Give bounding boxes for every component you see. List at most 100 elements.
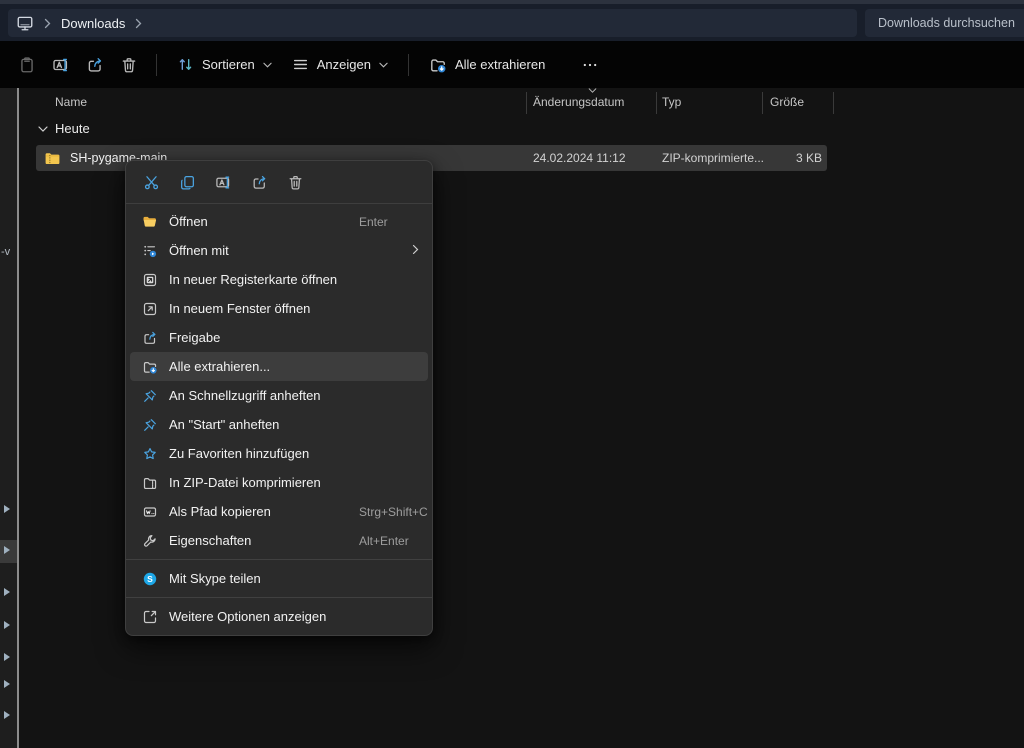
wrench-icon (141, 533, 159, 549)
column-header-type[interactable]: Typ (662, 95, 681, 109)
see-more-button[interactable] (573, 48, 607, 82)
menu-item-properties[interactable]: Eigenschaften Alt+Enter (126, 526, 432, 555)
context-menu-list: Öffnen Enter Öffnen mit (126, 204, 432, 631)
chevron-right-icon (44, 18, 51, 29)
context-menu: Öffnen Enter Öffnen mit (125, 160, 433, 636)
sort-icon (177, 56, 194, 73)
menu-item-compress-zip[interactable]: In ZIP-Datei komprimieren (126, 468, 432, 497)
column-header-size[interactable]: Größe (770, 95, 804, 109)
share-icon (86, 56, 104, 74)
rename-button[interactable] (44, 48, 78, 82)
view-button[interactable]: Anzeigen (282, 48, 398, 82)
column-divider[interactable] (526, 92, 527, 114)
column-divider[interactable] (762, 92, 763, 114)
sort-direction-icon (588, 88, 597, 93)
command-toolbar: Sortieren Anzeigen (0, 41, 1024, 88)
delete-button[interactable] (280, 167, 310, 197)
menu-item-label: Weitere Optionen anzeigen (169, 609, 326, 624)
submenu-chevron-icon (412, 244, 419, 255)
column-header-row: Name Änderungsdatum Typ Größe (22, 92, 1024, 114)
rename-button[interactable] (208, 167, 238, 197)
toolbar-divider (156, 54, 157, 76)
menu-item-shortcut: Strg+Shift+C (359, 505, 428, 519)
column-header-modified[interactable]: Änderungsdatum (533, 95, 624, 109)
copy-as-path-icon (141, 504, 159, 520)
sort-label: Sortieren (202, 57, 255, 72)
menu-item-pin-start[interactable]: An "Start" anheften (126, 410, 432, 439)
chevron-right-icon[interactable] (135, 18, 142, 29)
search-input[interactable] (865, 16, 1024, 30)
view-label: Anzeigen (317, 57, 371, 72)
chevron-down-icon (263, 62, 272, 68)
cut-icon (143, 174, 160, 191)
tree-expand-icon[interactable] (4, 711, 10, 719)
sort-button[interactable]: Sortieren (167, 48, 282, 82)
menu-item-label: An "Start" anheften (169, 417, 279, 432)
extract-all-label: Alle extrahieren (455, 57, 545, 72)
menu-item-extract-all[interactable]: Alle extrahieren... (130, 352, 428, 381)
tree-expand-icon[interactable] (4, 621, 10, 629)
ellipsis-icon (581, 56, 599, 74)
menu-item-share[interactable]: Freigabe (126, 323, 432, 352)
copy-button[interactable] (172, 167, 202, 197)
menu-item-add-favorites[interactable]: Zu Favoriten hinzufügen (126, 439, 432, 468)
tree-expand-icon[interactable] (4, 588, 10, 596)
open-in-new-window-icon (141, 301, 159, 317)
paste-button[interactable] (10, 48, 44, 82)
menu-item-show-more-options[interactable]: Weitere Optionen anzeigen (126, 602, 432, 631)
menu-item-pin-quick-access[interactable]: An Schnellzugriff anheften (126, 381, 432, 410)
rename-icon (52, 56, 70, 74)
star-icon (141, 446, 159, 462)
cut-button[interactable] (136, 167, 166, 197)
this-pc-icon[interactable] (16, 14, 34, 32)
folder-open-icon (141, 214, 159, 230)
rename-icon (215, 174, 232, 191)
share-button[interactable] (78, 48, 112, 82)
menu-item-share-skype[interactable]: S Mit Skype teilen (126, 564, 432, 593)
file-size: 3 KB (726, 151, 822, 165)
search-box[interactable] (865, 9, 1024, 37)
toolbar-divider (408, 54, 409, 76)
menu-item-open[interactable]: Öffnen Enter (126, 207, 432, 236)
column-divider[interactable] (656, 92, 657, 114)
menu-item-open-with[interactable]: Öffnen mit (126, 236, 432, 265)
menu-item-copy-as-path[interactable]: Als Pfad kopieren Strg+Shift+C (126, 497, 432, 526)
share-button[interactable] (244, 167, 274, 197)
chevron-down-icon (379, 62, 388, 68)
menu-item-label: In neuer Registerkarte öffnen (169, 272, 337, 287)
menu-item-label: Als Pfad kopieren (169, 504, 271, 519)
share-icon (141, 330, 159, 346)
breadcrumb[interactable]: Downloads (8, 9, 857, 37)
menu-item-label: Eigenschaften (169, 533, 251, 548)
copy-icon (179, 174, 196, 191)
open-in-new-tab-icon (141, 272, 159, 288)
extract-all-button[interactable]: Alle extrahieren (419, 48, 555, 82)
column-divider[interactable] (833, 92, 834, 114)
column-header-name[interactable]: Name (55, 95, 87, 109)
menu-item-label: In ZIP-Datei komprimieren (169, 475, 321, 490)
chevron-down-icon (38, 126, 48, 132)
menu-item-open-new-window[interactable]: In neuem Fenster öffnen (126, 294, 432, 323)
navigation-pane-sliver: -v (0, 88, 17, 748)
menu-item-label: Öffnen (169, 214, 208, 229)
menu-item-shortcut: Alt+Enter (359, 534, 409, 548)
group-label: Heute (55, 121, 90, 136)
tree-expand-icon[interactable] (4, 546, 10, 554)
menu-item-label: An Schnellzugriff anheften (169, 388, 321, 403)
quick-actions-row (126, 161, 432, 204)
pane-splitter[interactable] (17, 88, 19, 748)
menu-item-label: Alle extrahieren... (169, 359, 270, 374)
open-with-icon (141, 243, 159, 259)
pin-icon (141, 388, 159, 404)
delete-button[interactable] (112, 48, 146, 82)
extract-folder-icon (141, 359, 159, 375)
tree-expand-icon[interactable] (4, 653, 10, 661)
menu-item-open-new-tab[interactable]: In neuer Registerkarte öffnen (126, 265, 432, 294)
zip-folder-icon (141, 475, 159, 491)
tree-expand-icon[interactable] (4, 680, 10, 688)
group-header-today[interactable]: Heute (38, 121, 90, 136)
breadcrumb-item-downloads[interactable]: Downloads (61, 16, 125, 31)
menu-separator (126, 597, 432, 598)
tree-expand-icon[interactable] (4, 505, 10, 513)
menu-item-label: Mit Skype teilen (169, 571, 261, 586)
